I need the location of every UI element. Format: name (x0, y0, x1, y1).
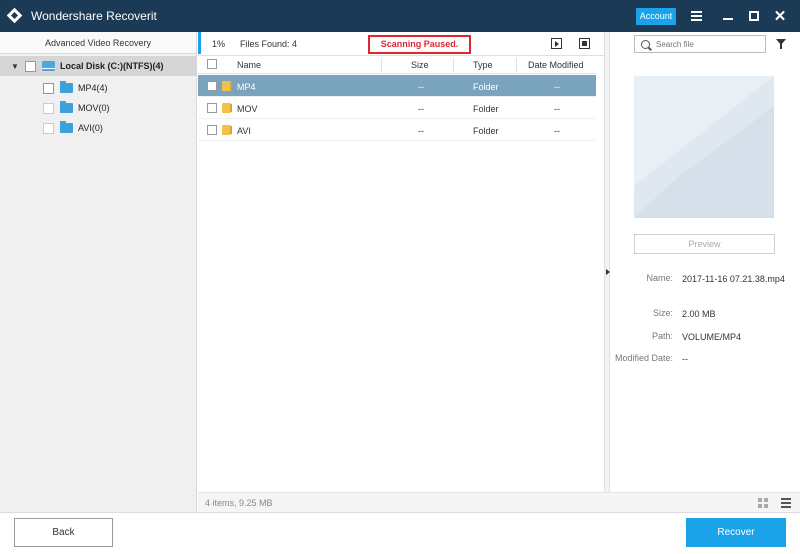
tree-item-label: MP4(4) (78, 83, 108, 93)
folder-icon (222, 81, 232, 91)
file-table-header: Name Size Type Date Modified (198, 56, 596, 74)
row-checkbox[interactable] (207, 125, 217, 135)
maximize-icon[interactable] (744, 6, 764, 26)
column-date-modified[interactable]: Date Modified (528, 60, 584, 70)
folder-icon (60, 101, 73, 113)
table-row[interactable]: AVI -- Folder -- (198, 119, 596, 141)
back-button[interactable]: Back (14, 518, 113, 547)
app-title: Wondershare Recoverit (31, 9, 157, 23)
path-value: VOLUME/MP4 (682, 332, 742, 342)
size-label: Size: (652, 308, 673, 318)
folder-checkbox[interactable] (43, 122, 54, 134)
title-bar: Wondershare Recoverit Account ✕ (0, 0, 800, 32)
row-size: -- (418, 82, 424, 92)
row-name: MOV (237, 104, 258, 114)
scan-percent: 1% (212, 39, 226, 49)
path-label: Path: (651, 331, 673, 341)
sidebar-header: Advanced Video Recovery (0, 32, 196, 54)
disk-checkbox[interactable] (25, 60, 36, 72)
recoverit-logo-icon (7, 8, 23, 24)
row-size: -- (418, 104, 424, 114)
row-name: MP4 (237, 82, 256, 92)
status-bar: 4 items, 9.25 MB (198, 492, 800, 512)
items-summary: 4 items, 9.25 MB (205, 498, 273, 508)
select-all-checkbox[interactable] (207, 59, 217, 69)
table-row[interactable]: MOV -- Folder -- (198, 97, 596, 119)
modified-date-value: -- (682, 354, 688, 364)
tree-item-label: MOV(0) (78, 103, 110, 113)
row-date: -- (554, 126, 560, 136)
search-box[interactable] (634, 35, 766, 53)
scan-progress-bar (198, 32, 201, 54)
tree-item-mov[interactable]: MOV(0) (0, 98, 197, 118)
row-checkbox[interactable] (207, 81, 217, 91)
row-type: Folder (473, 104, 499, 114)
name-value: 2017-11-16 07.21.38.mp4 (682, 274, 785, 284)
row-type: Folder (473, 82, 499, 92)
column-name[interactable]: Name (237, 60, 261, 70)
column-size[interactable]: Size (411, 60, 429, 70)
name-label: Name: (646, 273, 673, 283)
tree-item-local-disk[interactable]: ▼ Local Disk (C:)(NTFS)(4) (0, 56, 197, 76)
hamburger-menu-icon[interactable] (686, 6, 706, 26)
filter-icon[interactable] (776, 39, 786, 49)
folder-icon (60, 121, 73, 133)
scan-toolbar: 1% Files Found: 4 Scanning Paused. (198, 32, 604, 56)
row-type: Folder (473, 126, 499, 136)
list-view-icon[interactable] (781, 498, 791, 508)
recover-button[interactable]: Recover (686, 518, 786, 547)
tree-item-label: Local Disk (C:)(NTFS)(4) (60, 61, 164, 71)
column-type[interactable]: Type (473, 60, 493, 70)
folder-icon (222, 125, 232, 135)
stop-icon[interactable] (579, 38, 590, 49)
preview-thumbnail (634, 76, 774, 218)
image-placeholder-icon (634, 76, 774, 218)
row-size: -- (418, 126, 424, 136)
bottom-bar: Back Recover (0, 512, 800, 554)
folder-icon (222, 103, 232, 113)
close-icon[interactable]: ✕ (770, 6, 790, 26)
size-value: 2.00 MB (682, 309, 716, 319)
table-row[interactable]: MP4 -- Folder -- (198, 75, 596, 97)
tree-item-avi[interactable]: AVI(0) (0, 118, 197, 138)
modified-date-label: Modified Date: (614, 353, 673, 363)
chevron-down-icon[interactable]: ▼ (11, 62, 19, 71)
row-date: -- (554, 104, 560, 114)
preview-button[interactable]: Preview (634, 234, 775, 254)
folder-checkbox[interactable] (43, 102, 54, 114)
sidebar: Advanced Video Recovery ▼ Local Disk (C:… (0, 32, 197, 512)
hard-disk-icon (42, 61, 55, 71)
row-name: AVI (237, 126, 251, 136)
search-input[interactable] (656, 39, 756, 49)
folder-icon (60, 81, 73, 93)
row-date: -- (554, 82, 560, 92)
tree-item-mp4[interactable]: MP4(4) (0, 78, 197, 98)
minimize-icon[interactable] (718, 6, 738, 26)
play-icon[interactable] (551, 38, 562, 49)
tree-item-label: AVI(0) (78, 123, 103, 133)
row-checkbox[interactable] (207, 103, 217, 113)
account-button[interactable]: Account (636, 8, 676, 25)
panel-splitter[interactable] (604, 32, 610, 512)
search-icon (641, 39, 650, 49)
files-found-count: Files Found: 4 (240, 39, 298, 49)
folder-checkbox[interactable] (43, 82, 54, 94)
grid-view-icon[interactable] (758, 498, 768, 508)
scan-status-badge: Scanning Paused. (368, 35, 471, 54)
